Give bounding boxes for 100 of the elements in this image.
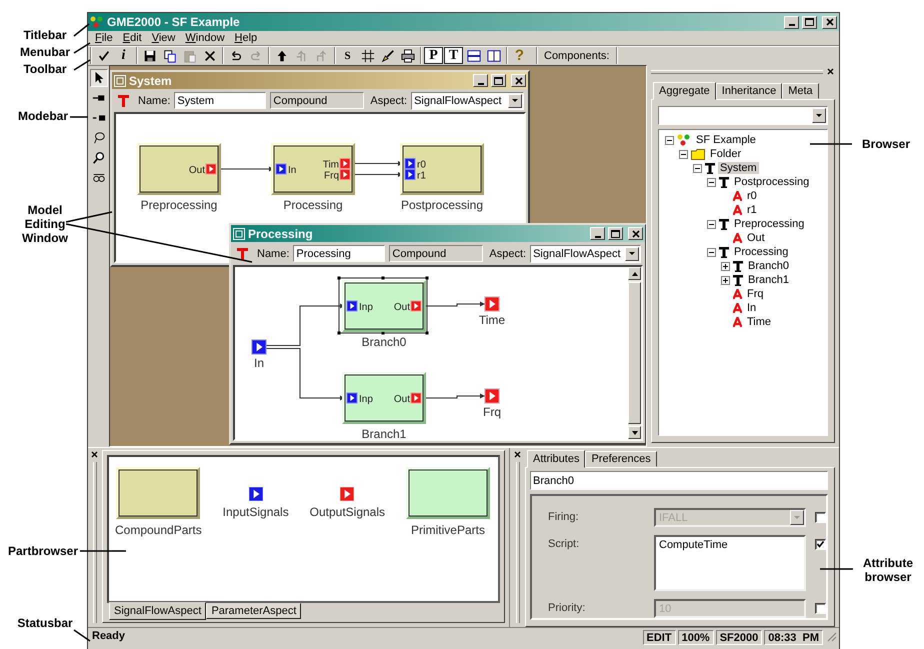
primitive-model-node[interactable]: [338, 276, 428, 334]
output-signal-icon[interactable]: [340, 487, 354, 501]
tree-toggle[interactable]: [693, 164, 702, 172]
toolbar-button[interactable]: T: [444, 47, 463, 64]
delete-icon: [202, 48, 216, 62]
tree-toggle[interactable]: [679, 150, 688, 158]
tree-toggle[interactable]: [721, 262, 730, 270]
node-label: Frq: [483, 405, 501, 419]
maximize-button[interactable]: [802, 16, 817, 28]
tree-item[interactable]: Out: [745, 232, 767, 244]
output-signal-icon[interactable]: [484, 296, 500, 312]
part-label: PrimitiveParts: [410, 523, 485, 537]
tree-toggle[interactable]: [665, 136, 674, 144]
input-signal-icon: [404, 158, 416, 169]
node-label: Branch1: [362, 427, 406, 439]
browser-tab[interactable]: Meta: [782, 83, 819, 99]
maximize-button[interactable]: [608, 227, 623, 240]
status-cell: EDIT: [642, 630, 676, 645]
tree-item[interactable]: Frq: [745, 288, 766, 300]
minimize-icon: [788, 24, 794, 26]
leader-line: [820, 568, 853, 570]
model-icon: [719, 176, 729, 188]
node-label: Time: [478, 313, 506, 327]
menu-item[interactable]: Help: [230, 32, 262, 44]
menu-item[interactable]: View: [146, 32, 180, 44]
checkbox[interactable]: [815, 539, 826, 550]
close-icon: [826, 18, 834, 26]
close-icon: [632, 230, 640, 238]
object-name-field[interactable]: Branch0: [530, 471, 828, 490]
compound-part-icon[interactable]: [116, 467, 200, 519]
callout-label: Menubar: [18, 45, 71, 59]
primitive-part-icon[interactable]: [406, 467, 490, 519]
compound-model-node[interactable]: [137, 143, 221, 195]
aspect-tab[interactable]: ParameterAspect: [206, 603, 302, 619]
minimize-button[interactable]: [473, 74, 488, 87]
project-icon: [677, 134, 691, 146]
tree-item[interactable]: Postprocessing: [732, 176, 812, 188]
aspect-dropdown[interactable]: SignalFlowAspect: [411, 92, 524, 110]
tree-item[interactable]: Branch1: [746, 274, 791, 286]
input-signal-icon[interactable]: [252, 340, 266, 354]
close-button[interactable]: [91, 451, 99, 459]
input-signal-icon: [404, 169, 416, 180]
leader-line: [810, 143, 852, 145]
atom-icon: [733, 303, 742, 313]
aspect-tab[interactable]: SignalFlowAspect: [109, 602, 206, 620]
menu-item[interactable]: Window: [180, 32, 230, 44]
tree-item[interactable]: SF Example: [694, 134, 758, 146]
attribute-text-area[interactable]: ComputeTime: [654, 535, 806, 591]
tree-item[interactable]: Preprocessing: [732, 218, 806, 230]
copy-icon: [162, 48, 176, 62]
tree-item[interactable]: Folder: [708, 148, 744, 160]
dropdown-arrow-icon: [794, 516, 800, 520]
tree-item[interactable]: Branch0: [746, 260, 791, 272]
tree-toggle[interactable]: [707, 248, 716, 256]
attribute-tab[interactable]: Attributes: [527, 450, 586, 468]
menu-item[interactable]: Edit: [118, 32, 147, 44]
aspect-dropdown[interactable]: SignalFlowAspect: [530, 244, 641, 262]
name-field[interactable]: System: [174, 92, 266, 109]
input-signal-icon[interactable]: [248, 487, 263, 501]
app-title: GME2000 - SF Example: [107, 15, 241, 29]
window-title-bar[interactable]: Processing: [231, 225, 645, 242]
tree-item[interactable]: In: [745, 302, 758, 314]
close-icon: [827, 68, 835, 76]
toolbar-button[interactable]: S: [338, 47, 357, 64]
browser-tab[interactable]: Aggregate: [653, 82, 716, 100]
callout-label: Toolbar: [22, 62, 68, 76]
name-field[interactable]: Processing: [293, 245, 386, 262]
tree-item[interactable]: r0: [745, 190, 759, 202]
vertical-scrollbar[interactable]: [628, 267, 641, 439]
maximize-button[interactable]: [491, 74, 506, 87]
attribute-tab[interactable]: Preferences: [585, 451, 657, 467]
callout-label: Attribute browser: [862, 556, 914, 584]
toolbar-button[interactable]: P: [424, 47, 443, 64]
browser-tab[interactable]: Inheritance: [716, 83, 782, 99]
tree-item[interactable]: System: [718, 162, 759, 174]
tree-toggle[interactable]: [707, 220, 716, 228]
tree-item[interactable]: r1: [745, 204, 759, 216]
resize-grip-icon[interactable]: [825, 630, 837, 642]
compound-model-node[interactable]: [400, 143, 484, 195]
primitive-model-node[interactable]: [342, 372, 426, 424]
tree-item[interactable]: Time: [745, 316, 774, 328]
output-signal-icon: [206, 164, 216, 174]
tree-item[interactable]: Processing: [732, 246, 790, 258]
close-button[interactable]: [827, 68, 835, 76]
close-button[interactable]: [514, 451, 522, 459]
menu-item[interactable]: File: [90, 32, 118, 44]
output-signal-icon: [410, 392, 422, 404]
tree-toggle[interactable]: [707, 178, 716, 186]
minimize-button[interactable]: [590, 227, 605, 240]
kind-field: Compound: [270, 92, 364, 109]
output-signal-icon[interactable]: [484, 388, 500, 404]
plus-icon: [722, 262, 729, 270]
toolbar-button[interactable]: i: [114, 47, 133, 64]
leader-line: [74, 629, 90, 642]
minimize-button[interactable]: [784, 16, 799, 28]
tree-toggle[interactable]: [721, 276, 730, 284]
compound-model-node[interactable]: [271, 143, 355, 195]
step-arrow-icon: [314, 48, 328, 62]
filter-dropdown[interactable]: [658, 106, 828, 125]
mode-button[interactable]: [90, 69, 108, 87]
